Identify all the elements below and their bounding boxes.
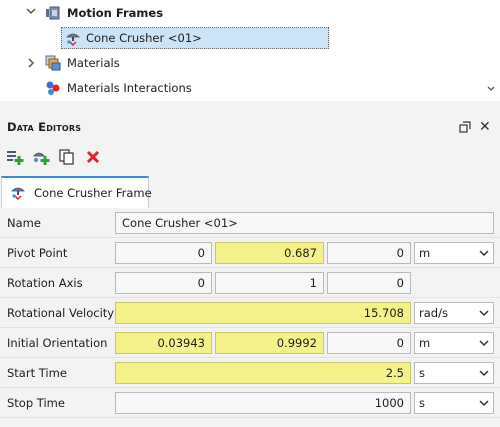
motion-frame-icon xyxy=(65,30,81,47)
name-field[interactable]: Cone Crusher <01> xyxy=(115,212,494,234)
property-label: Name xyxy=(7,216,41,230)
unit-value: rad/s xyxy=(419,306,448,320)
pivot-point-x-field[interactable]: 0 xyxy=(115,242,212,264)
property-label: Start Time xyxy=(7,366,67,380)
data-editors-header: Data Editors ✕ xyxy=(0,112,500,142)
chevron-down-icon xyxy=(479,303,489,331)
chevron-down-icon xyxy=(479,363,489,391)
tree-item-materials-interactions[interactable]: Materials Interactions xyxy=(67,81,192,95)
initial-orientation-x-field[interactable]: 0.03943 xyxy=(115,332,212,354)
property-label: Initial Orientation xyxy=(7,336,108,350)
float-window-icon[interactable] xyxy=(459,121,471,136)
property-label: Rotational Velocity xyxy=(7,306,115,320)
editor-tab-strip: Cone Crusher Frame xyxy=(0,176,500,209)
property-label: Pivot Point xyxy=(7,246,68,260)
chevron-down-icon[interactable] xyxy=(25,5,37,20)
start-time-unit-select[interactable]: s xyxy=(414,362,494,384)
motion-frame-icon xyxy=(10,184,26,203)
delete-icon[interactable] xyxy=(84,148,102,166)
chevron-down-icon xyxy=(479,333,489,361)
chevron-down-icon xyxy=(479,243,489,271)
tree-item-motion-frames[interactable]: Motion Frames xyxy=(67,6,163,20)
initial-orientation-unit-select[interactable]: m xyxy=(414,332,494,354)
property-row-initial-orientation: Initial Orientation 0.03943 0.9992 0 m xyxy=(0,328,500,358)
pivot-point-y-field[interactable]: 0.687 xyxy=(215,242,324,264)
rotational-velocity-unit-select[interactable]: rad/s xyxy=(414,302,494,324)
property-row-pivot-point: Pivot Point 0 0.687 0 m xyxy=(0,238,500,268)
unit-value: m xyxy=(419,336,431,350)
property-row-rotational-velocity: Rotational Velocity 15.708 rad/s xyxy=(0,298,500,328)
start-time-field[interactable]: 2.5 xyxy=(115,362,411,384)
initial-orientation-y-field[interactable]: 0.9992 xyxy=(215,332,324,354)
rotation-axis-x-field[interactable]: 0 xyxy=(115,272,212,294)
unit-value: s xyxy=(419,396,425,410)
close-icon[interactable]: ✕ xyxy=(479,120,491,134)
pivot-point-unit-select[interactable]: m xyxy=(414,242,494,264)
property-row-rotation-axis: Rotation Axis 0 1 0 xyxy=(0,268,500,298)
property-row-start-time: Start Time 2.5 s xyxy=(0,358,500,388)
stop-time-field[interactable]: 1000 xyxy=(115,392,411,414)
motion-frames-icon xyxy=(45,5,61,21)
chevron-right-icon[interactable] xyxy=(25,57,37,72)
initial-orientation-z-field[interactable]: 0 xyxy=(327,332,411,354)
unit-value: s xyxy=(419,366,425,380)
tab-cone-crusher-frame[interactable]: Cone Crusher Frame xyxy=(1,176,152,208)
unit-value: m xyxy=(419,246,431,260)
property-label: Stop Time xyxy=(7,396,65,410)
add-child-frame-icon[interactable] xyxy=(32,148,50,166)
property-label: Rotation Axis xyxy=(7,276,83,290)
rotation-axis-z-field[interactable]: 0 xyxy=(327,272,411,294)
property-row-name: Name Cone Crusher <01> xyxy=(0,208,500,238)
properties-panel: Name Cone Crusher <01> Pivot Point 0 0.6… xyxy=(0,208,500,427)
rotation-axis-y-field[interactable]: 1 xyxy=(215,272,324,294)
scroll-down-icon[interactable] xyxy=(486,84,496,97)
copy-icon[interactable] xyxy=(58,148,76,166)
section-title: Data Editors xyxy=(7,120,82,134)
property-row-stop-time: Stop Time 1000 s xyxy=(0,388,500,418)
add-frame-icon[interactable] xyxy=(6,148,24,166)
chevron-down-icon xyxy=(479,393,489,421)
pivot-point-z-field[interactable]: 0 xyxy=(327,242,411,264)
tree-item-cone-crusher[interactable]: Cone Crusher <01> xyxy=(86,31,202,45)
rotational-velocity-field[interactable]: 15.708 xyxy=(115,302,411,324)
project-tree: Motion Frames Cone Crusher <01> Material… xyxy=(0,0,500,101)
tab-label: Cone Crusher Frame xyxy=(34,186,152,200)
stop-time-unit-select[interactable]: s xyxy=(414,392,494,414)
materials-interactions-icon xyxy=(45,80,61,96)
tree-item-materials[interactable]: Materials xyxy=(67,56,120,70)
editor-toolbar xyxy=(0,142,500,172)
materials-icon xyxy=(45,55,61,71)
